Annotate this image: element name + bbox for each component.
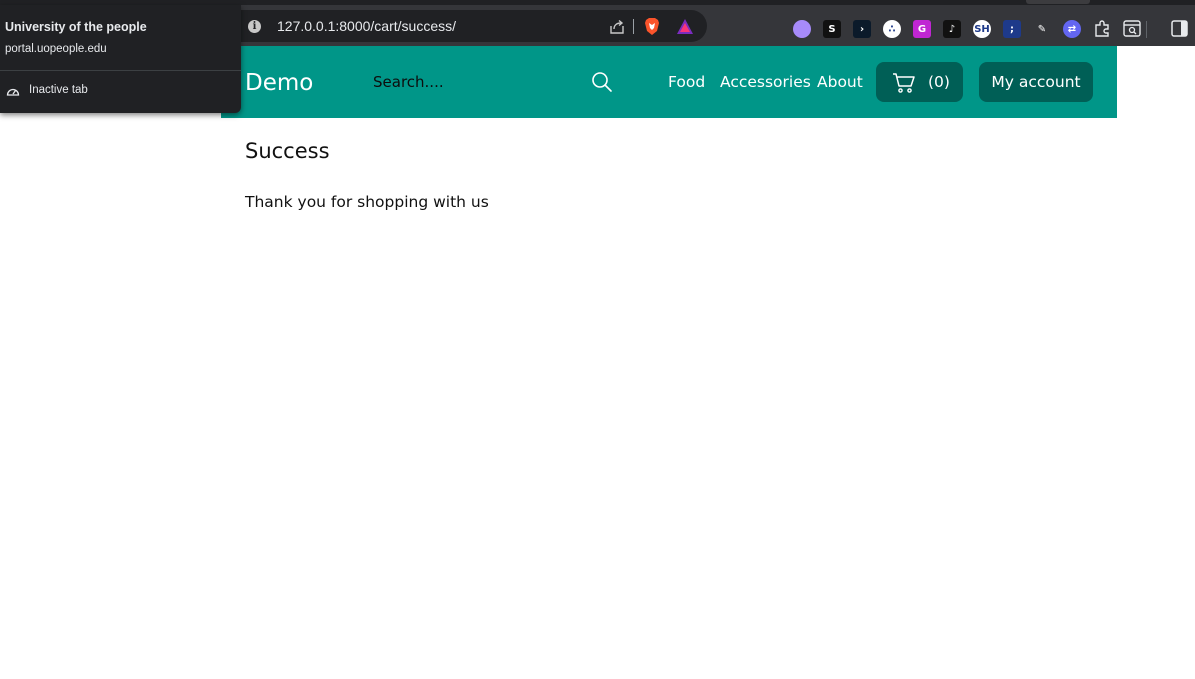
search-input[interactable] — [371, 66, 621, 98]
brand-logo[interactable]: Demo — [245, 70, 313, 96]
hover-card-title: University of the people — [5, 20, 147, 34]
cart-icon — [893, 73, 915, 93]
memory-saver-icon — [6, 88, 20, 96]
tab-edge[interactable] — [1026, 0, 1090, 4]
omnibox-divider — [633, 19, 634, 34]
page-title: Success — [245, 139, 330, 163]
search-icon[interactable] — [591, 71, 613, 93]
share-icon[interactable] — [608, 18, 626, 36]
tab-search-icon[interactable] — [1122, 19, 1142, 38]
address-bar[interactable]: i 127.0.0.1:8000/cart/success/ — [236, 10, 707, 42]
play-extension-icon[interactable]: › — [853, 20, 871, 38]
ghost-extension-icon[interactable] — [793, 20, 811, 38]
cart-count: (0) — [928, 73, 950, 91]
hover-card-domain: portal.uopeople.edu — [5, 43, 107, 55]
site-navbar: Demo Food Accessories About (0) My accou… — [221, 46, 1117, 118]
dots-extension-icon[interactable]: ∴ — [883, 20, 901, 38]
success-message: Thank you for shopping with us — [245, 193, 489, 211]
swap-extension-icon[interactable]: ⇄ — [1063, 20, 1081, 38]
sidebar-icon[interactable] — [1170, 19, 1189, 38]
sync-extension-icon[interactable]: S — [823, 20, 841, 38]
toolbar-divider — [1146, 21, 1147, 38]
pen-extension-icon[interactable]: ✎ — [1033, 20, 1051, 38]
hover-card-status: Inactive tab — [29, 84, 88, 96]
nav-link-accessories[interactable]: Accessories — [720, 73, 811, 91]
nav-link-about[interactable]: About — [817, 73, 863, 91]
my-account-button[interactable]: My account — [979, 62, 1093, 102]
semicolon-extension-icon[interactable]: ; — [1003, 20, 1021, 38]
tab-hover-card: University of the people portal.uopeople… — [0, 5, 241, 113]
brave-rewards-icon[interactable] — [676, 18, 694, 35]
hover-card-divider — [0, 70, 241, 71]
address-url[interactable]: 127.0.0.1:8000/cart/success/ — [277, 18, 456, 34]
nav-link-food[interactable]: Food — [668, 73, 705, 91]
cart-button[interactable]: (0) — [876, 62, 963, 102]
g-extension-icon[interactable]: G — [913, 20, 931, 38]
site-info-icon[interactable]: i — [248, 20, 261, 33]
puzzle-icon[interactable] — [1093, 19, 1112, 38]
brave-shields-icon[interactable] — [643, 17, 661, 36]
mic-extension-icon[interactable]: ♪ — [943, 20, 961, 38]
sh-extension-icon[interactable]: SH — [973, 20, 991, 38]
